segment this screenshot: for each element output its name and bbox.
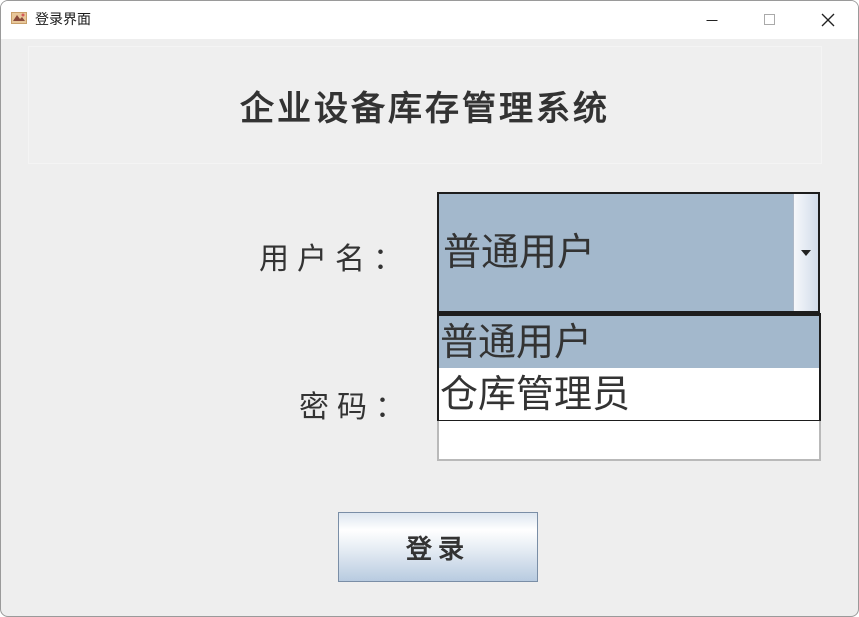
close-icon — [821, 13, 835, 27]
maximize-button[interactable] — [741, 1, 799, 39]
system-title: 企业设备库存管理系统 — [240, 88, 610, 129]
login-window: 登录界面 企业设备库存管理系统 用户名： 密码： 普通用户 普通用户 仓库管理员… — [0, 0, 859, 617]
user-type-combobox[interactable]: 普通用户 — [437, 192, 820, 313]
minimize-icon — [706, 20, 718, 21]
close-button[interactable] — [799, 1, 857, 39]
title-bar: 登录界面 — [1, 1, 858, 39]
dropdown-option-warehouse-admin[interactable]: 仓库管理员 — [439, 368, 819, 420]
login-button[interactable]: 登录 — [338, 512, 538, 582]
window-title: 登录界面 — [35, 12, 91, 28]
minimize-button[interactable] — [683, 1, 741, 39]
chevron-down-icon — [801, 249, 811, 256]
maximize-icon — [764, 14, 775, 25]
dropdown-arrow-button[interactable] — [793, 194, 818, 311]
username-label: 用户名： — [259, 242, 411, 277]
dropdown-option-regular-user[interactable]: 普通用户 — [439, 316, 819, 368]
combobox-selected-value: 普通用户 — [443, 230, 596, 274]
combobox-dropdown-list: 普通用户 仓库管理员 — [437, 313, 821, 421]
java-app-icon — [11, 12, 27, 24]
password-label: 密码： — [299, 390, 413, 425]
header-panel: 企业设备库存管理系统 — [28, 46, 822, 164]
